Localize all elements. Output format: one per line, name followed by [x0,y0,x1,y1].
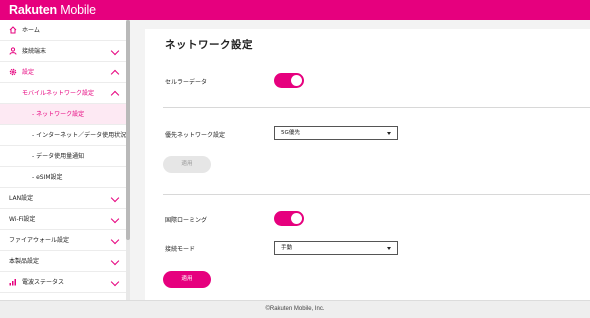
sidebar-item-internet-data-usage[interactable]: - インターネット／データ使用状況 [0,125,126,146]
apply-button[interactable]: 適用 [163,271,211,288]
dropdown-caret-icon [387,247,391,250]
chevron-up-icon [110,90,120,100]
sidebar-item-label: 電波ステータス [22,279,65,286]
sidebar-nav: ホーム 接続端末 設定 モバイルネットワーク設定 - ネットワーク設定 - イン… [0,20,126,300]
connection-mode-select[interactable]: 手動 [274,241,398,255]
connection-mode-label: 接続モード [165,246,196,253]
sidebar-item-label: 接続端末 [22,48,47,55]
copyright-text: ©Rakuten Mobile, Inc. [265,306,325,312]
sidebar-item-label: 設定 [22,69,35,76]
sidebar-item-network-settings[interactable]: - ネットワーク設定 [0,104,126,125]
scrollbar-thumb[interactable] [126,20,130,240]
cellular-data-toggle[interactable] [274,73,304,88]
page-title: ネットワーク設定 [165,39,253,51]
cellular-data-label: セルラーデータ [165,79,208,86]
sidebar-item-label: 本製品設定 [9,258,40,265]
sidebar-item-home[interactable]: ホーム [0,20,126,41]
rakuten-mobile-logo[interactable]: Rakuten Mobile [9,2,96,18]
main-panel: ネットワーク設定 セルラーデータ 優先ネットワーク設定 5G優先 適用 国際ロー… [145,29,590,300]
chevron-down-icon [110,277,120,287]
sidebar-item-mobile-network[interactable]: モバイルネットワーク設定 [0,83,126,104]
gear-icon [9,68,17,76]
chevron-down-icon [110,193,120,203]
sidebar-item-signal-status[interactable]: 電波ステータス [0,272,126,293]
intl-roaming-label: 国際ローミング [165,217,208,224]
chevron-down-icon [110,46,120,56]
chevron-up-icon [110,69,120,79]
sidebar-item-esim[interactable]: - eSIM設定 [0,167,126,188]
chevron-down-icon [110,256,120,266]
sidebar-item-label: Wi-Fi設定 [9,216,36,223]
sidebar-item-data-usage-notice[interactable]: - データ使用量通知 [0,146,126,167]
dropdown-caret-icon [387,132,391,135]
sidebar-scrollbar[interactable] [126,20,130,300]
sidebar-item-label: モバイルネットワーク設定 [22,90,95,97]
top-bar: Rakuten Mobile [0,0,590,20]
chevron-down-icon [110,214,120,224]
toggle-knob [291,213,302,224]
sidebar-item-device-settings[interactable]: 本製品設定 [0,251,126,272]
preferred-network-select[interactable]: 5G優先 [274,126,398,140]
user-icon [9,47,17,55]
toggle-knob [291,75,302,86]
sidebar-item-label: - データ使用量通知 [32,153,85,160]
intl-roaming-toggle[interactable] [274,211,304,226]
divider [163,107,590,108]
sidebar-item-label: LAN設定 [9,195,34,202]
select-value: 5G優先 [281,130,301,136]
sidebar-item-label: ホーム [22,27,40,34]
sidebar-item-label: - インターネット／データ使用状況 [32,132,126,139]
chevron-down-icon [110,235,120,245]
sidebar-item-devices[interactable]: 接続端末 [0,41,126,62]
sidebar-item-wifi[interactable]: Wi-Fi設定 [0,209,126,230]
sidebar-item-firewall[interactable]: ファイアウォール設定 [0,230,126,251]
select-value: 手動 [281,245,293,251]
sidebar-item-lan[interactable]: LAN設定 [0,188,126,209]
footer: ©Rakuten Mobile, Inc. [0,300,590,318]
sidebar-item-settings[interactable]: 設定 [0,62,126,83]
signal-bars-icon [9,279,16,286]
divider [163,194,590,195]
sidebar-item-label: - ネットワーク設定 [32,111,85,118]
preferred-network-label: 優先ネットワーク設定 [165,132,226,139]
home-icon [9,26,17,34]
sidebar-item-label: - eSIM設定 [32,174,63,181]
sidebar-item-label: ファイアウォール設定 [9,237,70,244]
apply-button-disabled[interactable]: 適用 [163,156,211,173]
